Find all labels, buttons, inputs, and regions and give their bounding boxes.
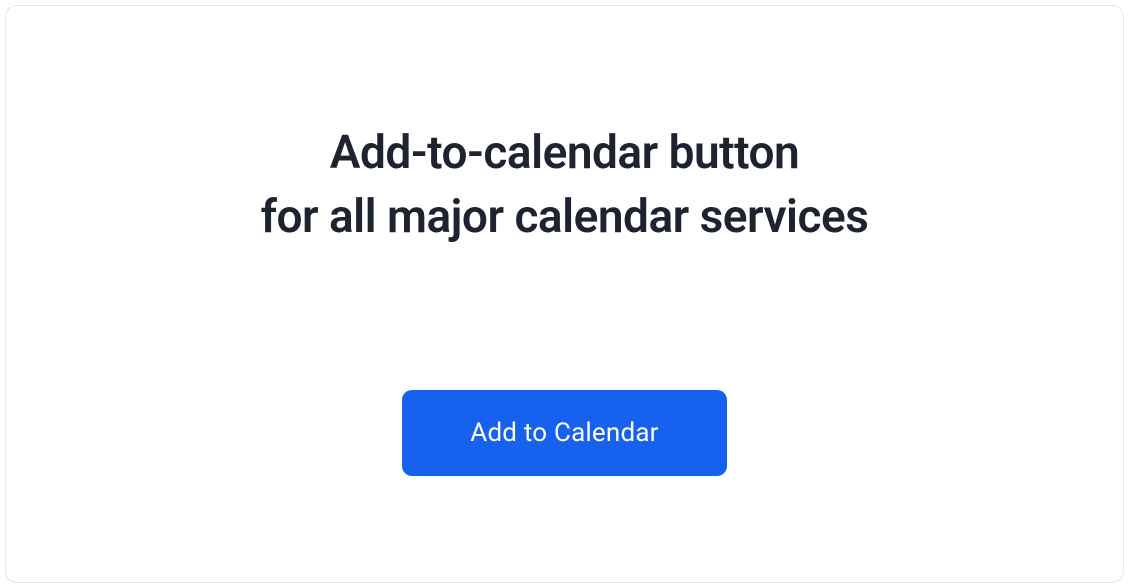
page-heading: Add-to-calendar button for all major cal… [261, 121, 869, 250]
add-to-calendar-button[interactable]: Add to Calendar [402, 390, 726, 476]
heading-line-2: for all major calendar services [261, 190, 869, 244]
demo-card: Add-to-calendar button for all major cal… [5, 5, 1124, 583]
heading-line-1: Add-to-calendar button [330, 126, 799, 180]
button-container: Add to Calendar [402, 390, 726, 476]
